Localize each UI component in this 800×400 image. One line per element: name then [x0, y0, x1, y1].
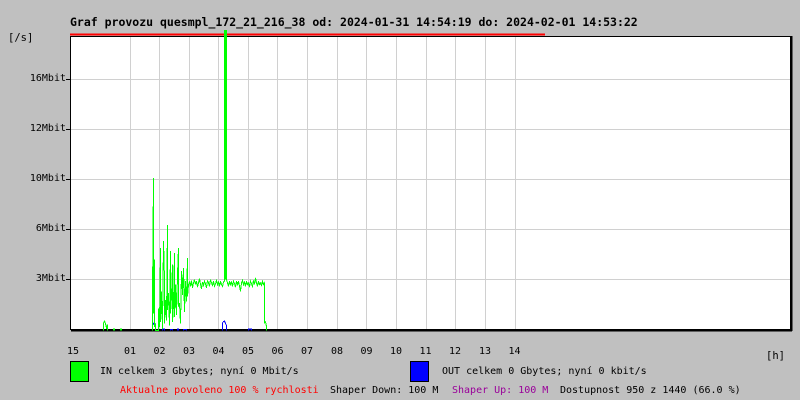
traffic-chart-plot [70, 30, 793, 332]
x-axis-tick-label: 05 [241, 346, 255, 357]
x-axis-unit-label: [h] [766, 350, 785, 362]
y-axis-unit-label: [/s] [8, 32, 34, 44]
x-axis-tick-label: 02 [153, 346, 166, 357]
x-axis-tick-label: 14 [508, 346, 521, 357]
legend-out-swatch [410, 361, 429, 382]
x-axis-tick-label: 06 [271, 346, 284, 357]
x-axis-tick-label: 01 [123, 346, 137, 357]
x-axis-tick-label: 07 [300, 346, 314, 357]
y-axis-tick-label: 16Mbit [29, 73, 66, 84]
in-series-line [113, 328, 115, 331]
x-axis-tick-label: 13 [478, 346, 492, 357]
shaper-up-text: Shaper Up: 100 M [452, 385, 549, 396]
x-axis-tick-label: 09 [360, 346, 373, 357]
allowed-speed-text: Aktualne povoleno 100 % rychlosti [120, 385, 319, 396]
x-axis-tick-label: 04 [212, 346, 225, 357]
x-axis-tick-label: 11 [419, 346, 432, 357]
in-series-line [120, 328, 122, 331]
legend-out-label: OUT celkem 0 Gbytes; nyní 0 kbit/s [442, 366, 647, 377]
legend-in-swatch [70, 361, 89, 382]
y-axis-tick-label: 12Mbit [29, 123, 66, 134]
graph-title: Graf provozu quesmpl_172_21_216_38 od: 2… [70, 15, 638, 29]
availability-text: Dostupnost 950 z 1440 (66.0 %) [560, 385, 741, 396]
x-axis-tick-label: 08 [330, 346, 344, 357]
x-axis-tick-label: 15 [66, 346, 80, 357]
x-axis-tick-label: 03 [182, 346, 196, 357]
y-axis-tick-label: 3Mbit [35, 273, 66, 284]
out-series-line [177, 328, 179, 331]
y-axis-tick-label: 6Mbit [35, 223, 66, 234]
shaper-down-text: Shaper Down: 100 M [330, 385, 439, 396]
x-axis-tick-label: 12 [448, 346, 462, 357]
legend-in-label: IN celkem 3 Gbytes; nyní 0 Mbit/s [100, 366, 299, 377]
y-axis-tick-label: 10Mbit [29, 173, 66, 184]
traffic-graph-page: { "title": "Graf provozu quesmpl_172_21_… [0, 0, 800, 400]
x-axis-tick-label: 10 [389, 346, 403, 357]
